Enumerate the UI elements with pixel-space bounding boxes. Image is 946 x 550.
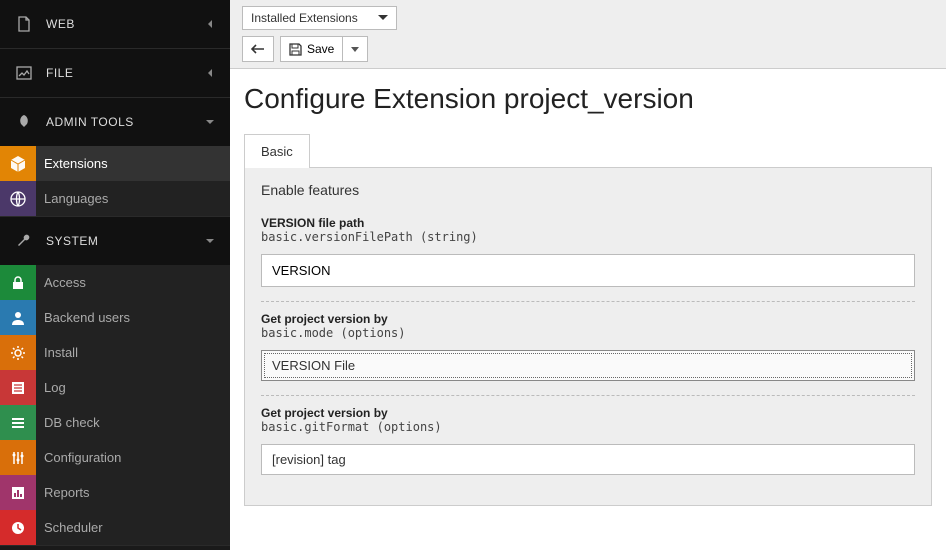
caret-down-icon <box>351 47 359 52</box>
version-file-path-input[interactable] <box>261 254 915 287</box>
wrench-icon <box>14 231 34 251</box>
sidebar-item-install[interactable]: Install <box>0 335 230 370</box>
nav-group-label: WEB <box>46 17 204 31</box>
sidebar-item-extensions[interactable]: Extensions <box>0 146 230 181</box>
git-format-select[interactable]: [revision] tag <box>261 444 915 475</box>
save-label: Save <box>307 42 334 56</box>
box-icon <box>0 146 36 181</box>
caret-left-icon <box>204 67 216 79</box>
sidebar-item-label: Languages <box>44 181 108 216</box>
sidebar-item-label: DB check <box>44 405 100 440</box>
sidebar-item-label: Install <box>44 335 78 370</box>
field-mode: Get project version by basic.mode (optio… <box>261 304 915 396</box>
mode-select[interactable]: VERSION File <box>261 350 915 381</box>
dropdown-label: Installed Extensions <box>251 11 358 25</box>
rocket-icon <box>14 112 34 132</box>
tab-bar: Basic <box>244 133 932 168</box>
sidebar-item-languages[interactable]: Languages <box>0 181 230 216</box>
sidebar-item-scheduler[interactable]: Scheduler <box>0 510 230 545</box>
field-version-file-path: VERSION file path basic.versionFilePath … <box>261 208 915 302</box>
caret-left-icon <box>204 18 216 30</box>
section-heading: Enable features <box>261 182 915 198</box>
sidebar-item-label: Scheduler <box>44 510 103 545</box>
nav-group-label: ADMIN TOOLS <box>46 115 204 129</box>
toolbar: Installed Extensions <box>230 0 946 69</box>
field-git-format: Get project version by basic.gitFormat (… <box>261 398 915 489</box>
nav-group-label: SYSTEM <box>46 234 204 248</box>
clock-icon <box>0 510 36 545</box>
tab-basic[interactable]: Basic <box>244 134 310 168</box>
nav-group-admin-tools[interactable]: ADMIN TOOLS <box>0 98 230 146</box>
lock-icon <box>0 265 36 300</box>
field-sublabel: basic.gitFormat (options) <box>261 420 915 434</box>
sidebar: WEB FILE <box>0 0 230 550</box>
save-dropdown-button[interactable] <box>342 36 368 62</box>
page-title: Configure Extension project_version <box>244 83 932 115</box>
caret-down-icon <box>204 116 216 128</box>
sidebar-item-label: Reports <box>44 475 90 510</box>
image-icon <box>14 63 34 83</box>
document-icon <box>14 14 34 34</box>
gear-icon <box>0 335 36 370</box>
sidebar-item-access[interactable]: Access <box>0 265 230 300</box>
nav-group-file[interactable]: FILE <box>0 49 230 97</box>
view-dropdown[interactable]: Installed Extensions <box>242 6 397 30</box>
bars-icon <box>0 405 36 440</box>
nav-group-web[interactable]: WEB <box>0 0 230 48</box>
save-icon <box>289 43 302 56</box>
form-panel: Enable features VERSION file path basic.… <box>244 168 932 506</box>
field-label: Get project version by <box>261 406 915 420</box>
chevron-down-icon <box>378 15 388 21</box>
nav-group-system[interactable]: SYSTEM <box>0 217 230 265</box>
sidebar-item-label: Access <box>44 265 86 300</box>
sidebar-item-configuration[interactable]: Configuration <box>0 440 230 475</box>
field-sublabel: basic.versionFilePath (string) <box>261 230 915 244</box>
sidebar-item-db-check[interactable]: DB check <box>0 405 230 440</box>
nav-group-label: FILE <box>46 66 204 80</box>
sidebar-item-log[interactable]: Log <box>0 370 230 405</box>
return-icon <box>251 43 265 55</box>
sidebar-item-label: Log <box>44 370 66 405</box>
field-sublabel: basic.mode (options) <box>261 326 915 340</box>
sidebar-item-label: Extensions <box>44 146 108 181</box>
caret-down-icon <box>204 235 216 247</box>
list-icon <box>0 370 36 405</box>
user-icon <box>0 300 36 335</box>
field-label: VERSION file path <box>261 216 915 230</box>
sidebar-item-reports[interactable]: Reports <box>0 475 230 510</box>
main-content: Installed Extensions <box>230 0 946 550</box>
save-button[interactable]: Save <box>280 36 342 62</box>
back-button[interactable] <box>242 36 274 62</box>
sliders-icon <box>0 440 36 475</box>
sidebar-item-label: Configuration <box>44 440 121 475</box>
field-label: Get project version by <box>261 312 915 326</box>
sidebar-item-backend-users[interactable]: Backend users <box>0 300 230 335</box>
globe-icon <box>0 181 36 216</box>
report-icon <box>0 475 36 510</box>
sidebar-item-label: Backend users <box>44 300 130 335</box>
